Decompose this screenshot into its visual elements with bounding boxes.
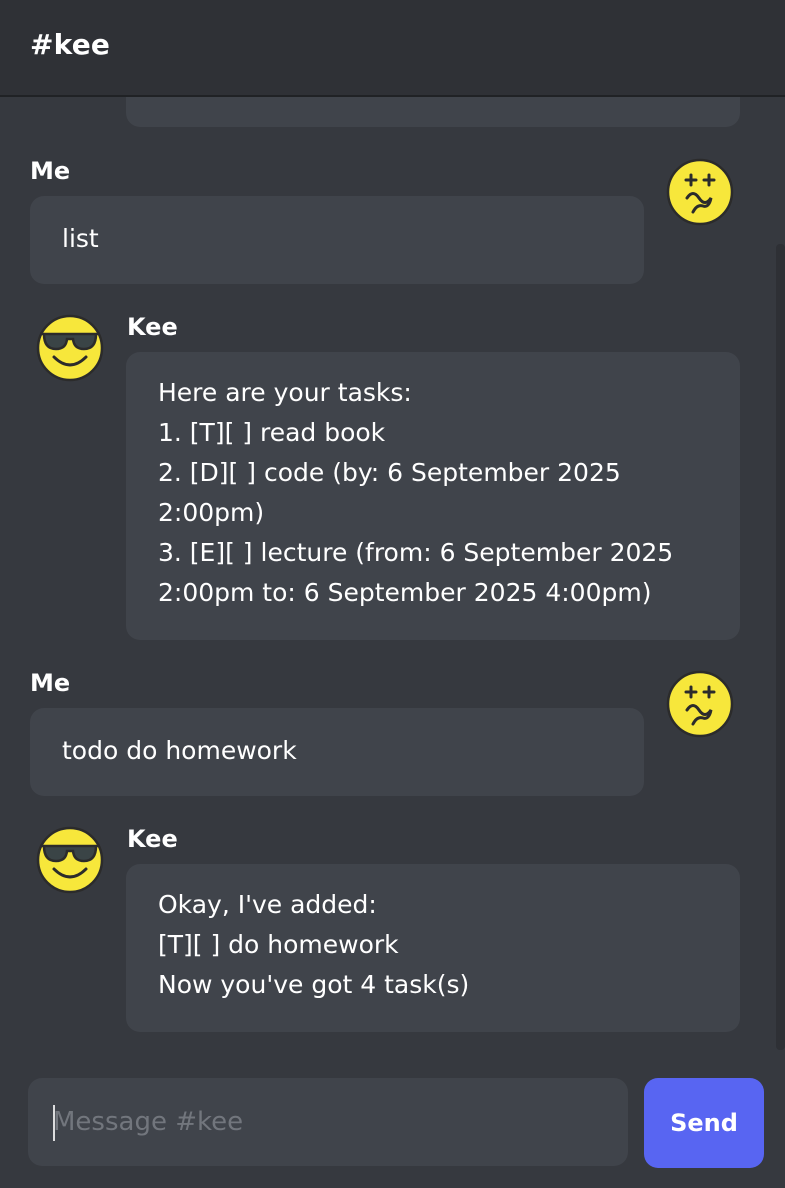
message-list[interactable]: Me list Kee Here are your tasks: 1. [T][… <box>0 97 785 1065</box>
sunglasses-face-icon <box>36 826 104 894</box>
user-message-bubble: list <box>30 196 644 284</box>
message-text: todo do homework <box>62 736 297 765</box>
previous-message-bubble <box>126 97 740 127</box>
message-sender: Me <box>30 157 71 185</box>
user-message-bubble: todo do homework <box>30 708 644 796</box>
text-caret <box>53 1105 55 1141</box>
message-text: list <box>62 224 99 253</box>
bot-message-bubble: Okay, I've added: [T][ ] do homework Now… <box>126 864 740 1032</box>
dizzy-face-icon <box>666 158 734 226</box>
bot-message-bubble: Here are your tasks: 1. [T][ ] read book… <box>126 352 740 640</box>
channel-header: #kee <box>0 0 785 97</box>
message-text: Okay, I've added: <box>158 890 377 919</box>
message-text: 2:00pm to: 6 September 2025 4:00pm) <box>158 578 652 607</box>
message-text: 2:00pm) <box>158 498 265 527</box>
send-button[interactable]: Send <box>644 1078 764 1168</box>
message-sender: Me <box>30 669 71 697</box>
sunglasses-face-icon <box>36 314 104 382</box>
message-text: 2. [D][ ] code (by: 6 September 2025 <box>158 458 621 487</box>
message-text: Now you've got 4 task(s) <box>158 970 470 999</box>
message-text: Here are your tasks: <box>158 378 412 407</box>
message-input[interactable] <box>28 1078 628 1166</box>
message-text: [T][ ] do homework <box>158 930 399 959</box>
scrollbar[interactable] <box>776 244 785 1050</box>
message-composer <box>28 1078 628 1166</box>
message-sender: Kee <box>127 825 178 853</box>
message-sender: Kee <box>127 313 178 341</box>
chat-app: #kee Me list Kee Here are your tasks: 1.… <box>0 0 785 1188</box>
dizzy-face-icon <box>666 670 734 738</box>
message-text: 1. [T][ ] read book <box>158 418 386 447</box>
channel-title: #kee <box>30 28 111 61</box>
message-text: 3. [E][ ] lecture (from: 6 September 202… <box>158 538 674 567</box>
